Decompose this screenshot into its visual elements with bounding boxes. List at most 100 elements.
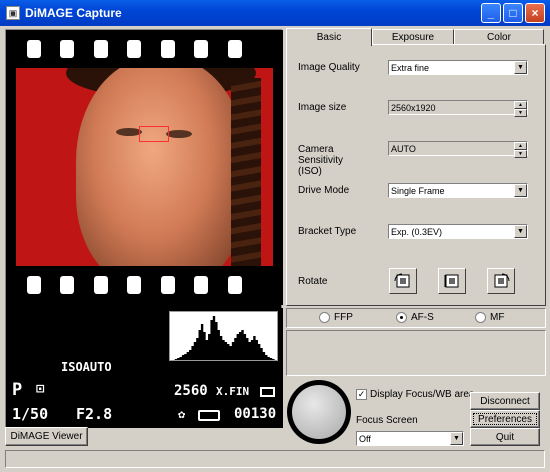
focus-area-box[interactable] bbox=[139, 126, 169, 142]
af-mode-afs[interactable]: AF-S bbox=[396, 312, 434, 323]
film-perforation bbox=[60, 276, 74, 294]
image-size-label: Image size bbox=[298, 102, 347, 113]
film-perforation bbox=[161, 40, 175, 58]
close-button[interactable]: × bbox=[525, 3, 545, 23]
preview-eye bbox=[166, 130, 192, 138]
preview-face bbox=[76, 68, 246, 266]
film-perforation bbox=[228, 276, 242, 294]
film-perforation bbox=[27, 276, 41, 294]
film-perforation bbox=[94, 40, 108, 58]
macro-icon: ✿ bbox=[178, 407, 186, 421]
app-icon: ▣ bbox=[6, 6, 20, 20]
sensitivity-spinner[interactable]: ▲ ▼ bbox=[514, 142, 527, 158]
shutter-button-face[interactable] bbox=[292, 385, 346, 439]
sensitivity-label-line-1: Camera bbox=[298, 144, 334, 155]
af-mode-group: FFP AF-S MF bbox=[286, 308, 546, 328]
focus-screen-value: Off bbox=[359, 433, 371, 444]
display-focus-label: Display Focus/WB area. bbox=[370, 389, 478, 400]
live-preview-image[interactable] bbox=[16, 68, 273, 266]
film-perforation bbox=[228, 40, 242, 58]
disconnect-button[interactable]: Disconnect bbox=[470, 392, 540, 410]
battery-icon bbox=[198, 410, 220, 421]
camera-panel: ISOAUTO P ⊡ 2560 X.FIN 1/50 F2.8 ✿ 00130 bbox=[5, 29, 283, 428]
bracket-type-value: Exp. (0.3EV) bbox=[391, 226, 443, 237]
focus-screen-label: Focus Screen bbox=[356, 415, 418, 426]
shutter-button[interactable] bbox=[287, 380, 351, 444]
minimize-button[interactable]: _ bbox=[481, 3, 501, 23]
tab-basic[interactable]: Basic bbox=[286, 28, 372, 46]
tab-exposure[interactable]: Exposure bbox=[372, 29, 454, 45]
exposure-mode-readout: P bbox=[12, 380, 23, 400]
histogram-chart bbox=[170, 316, 277, 360]
rotate-left-button[interactable] bbox=[389, 268, 417, 294]
chevron-down-icon[interactable]: ▼ bbox=[514, 184, 527, 197]
rotate-label: Rotate bbox=[298, 276, 328, 287]
sensitivity-label-line-3: (ISO) bbox=[298, 166, 322, 177]
film-perforation bbox=[27, 40, 41, 58]
rotate-right-button[interactable] bbox=[487, 268, 515, 294]
preferences-button[interactable]: Preferences bbox=[470, 410, 540, 428]
resolution-readout: 2560 bbox=[174, 383, 208, 399]
aspect-icon bbox=[260, 387, 275, 397]
status-bar bbox=[5, 450, 545, 468]
camera-status-display: ISOAUTO P ⊡ 2560 X.FIN 1/50 F2.8 ✿ 00130 bbox=[6, 308, 283, 428]
window-title: DiMAGE Capture bbox=[25, 6, 122, 20]
preview-braid bbox=[231, 78, 261, 266]
image-size-field[interactable]: 2560x1920 ▲ ▼ bbox=[388, 100, 528, 117]
spin-up-icon[interactable]: ▲ bbox=[514, 142, 527, 150]
bracket-type-select[interactable]: Exp. (0.3EV) ▼ bbox=[388, 224, 528, 239]
image-quality-select[interactable]: Extra fine ▼ bbox=[388, 60, 528, 75]
drive-mode-select[interactable]: Single Frame ▼ bbox=[388, 183, 528, 198]
bracket-type-label: Bracket Type bbox=[298, 226, 357, 237]
rotate-180-button[interactable] bbox=[438, 268, 466, 294]
iso-readout: ISOAUTO bbox=[61, 360, 112, 374]
rotate-180-icon bbox=[444, 274, 459, 288]
spin-up-icon[interactable]: ▲ bbox=[514, 101, 527, 109]
film-perforation bbox=[194, 40, 208, 58]
dimage-viewer-button[interactable]: DiMAGE Viewer bbox=[5, 427, 88, 446]
spin-down-icon[interactable]: ▼ bbox=[514, 109, 527, 117]
image-size-value: 2560x1920 bbox=[391, 102, 436, 113]
film-perforation bbox=[194, 276, 208, 294]
image-quality-value: Extra fine bbox=[391, 62, 430, 73]
quit-button[interactable]: Quit bbox=[470, 428, 540, 446]
film-perforation bbox=[161, 276, 175, 294]
af-mode-ffp[interactable]: FFP bbox=[319, 312, 353, 323]
drive-mode-label: Drive Mode bbox=[298, 185, 350, 196]
radio-ffp[interactable] bbox=[319, 312, 330, 323]
histogram-area bbox=[170, 316, 277, 360]
film-perforation bbox=[127, 40, 141, 58]
focus-screen-select[interactable]: Off ▼ bbox=[356, 431, 464, 446]
sensitivity-field[interactable]: AUTO ▲ ▼ bbox=[388, 141, 528, 158]
aperture-readout: F2.8 bbox=[76, 405, 113, 423]
af-mode-afs-label: AF-S bbox=[411, 312, 434, 323]
image-quality-label: Image Quality bbox=[298, 62, 360, 73]
chevron-down-icon[interactable]: ▼ bbox=[514, 225, 527, 238]
settings-tabs: Basic Exposure Color bbox=[286, 28, 546, 46]
af-mode-mf-label: MF bbox=[490, 312, 505, 323]
sensitivity-value: AUTO bbox=[391, 143, 416, 154]
image-size-spinner[interactable]: ▲ ▼ bbox=[514, 101, 527, 117]
sensitivity-label: Camera Sensitivity (ISO) bbox=[298, 144, 343, 177]
film-strip bbox=[6, 30, 283, 305]
tab-color[interactable]: Color bbox=[454, 29, 544, 45]
info-panel bbox=[286, 330, 546, 376]
af-mode-mf[interactable]: MF bbox=[475, 312, 504, 323]
spin-down-icon[interactable]: ▼ bbox=[514, 150, 527, 158]
metering-icon: ⊡ bbox=[36, 381, 45, 397]
film-perforation bbox=[94, 276, 108, 294]
film-perforation bbox=[127, 276, 141, 294]
drive-mode-value: Single Frame bbox=[391, 185, 445, 196]
display-focus-checkbox[interactable]: ✓ bbox=[356, 389, 367, 400]
sensitivity-label-line-2: Sensitivity bbox=[298, 155, 344, 166]
basic-tab-panel: Image Quality Extra fine ▼ Image size 25… bbox=[286, 44, 546, 306]
radio-afs[interactable] bbox=[396, 312, 407, 323]
af-mode-ffp-label: FFP bbox=[334, 312, 353, 323]
title-bar: ▣ DiMAGE Capture _ □ × bbox=[0, 0, 550, 26]
chevron-down-icon[interactable]: ▼ bbox=[514, 61, 527, 74]
histogram bbox=[169, 311, 278, 361]
shutter-speed-readout: 1/50 bbox=[12, 405, 49, 423]
chevron-down-icon[interactable]: ▼ bbox=[450, 432, 463, 445]
maximize-button[interactable]: □ bbox=[503, 3, 523, 23]
radio-mf[interactable] bbox=[475, 312, 486, 323]
